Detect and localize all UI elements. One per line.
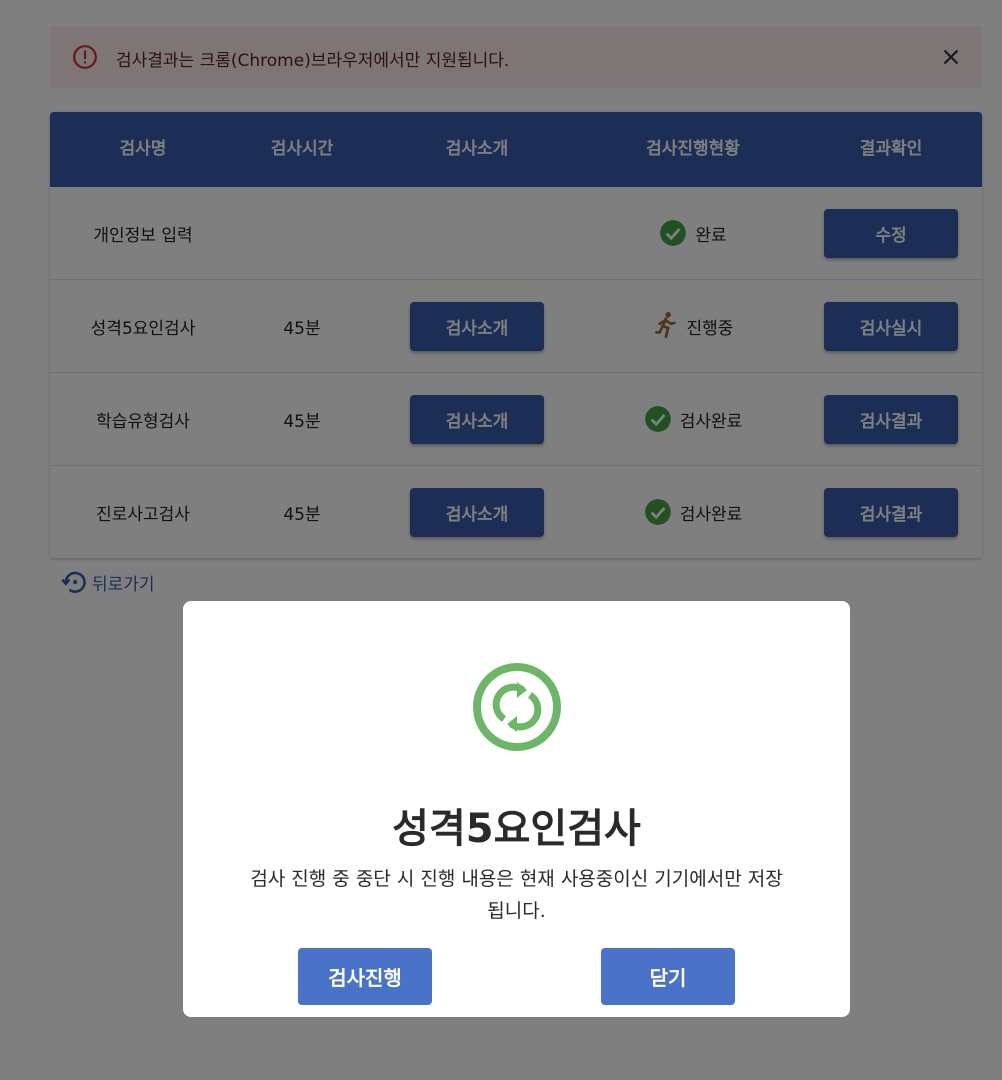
proceed-test-button[interactable]: 검사진행 bbox=[298, 948, 432, 1005]
close-dialog-button[interactable]: 닫기 bbox=[601, 948, 735, 1005]
page: 검사결과는 크롬(Chrome)브라우저에서만 지원됩니다. 검사명 검사시간 … bbox=[0, 0, 1002, 1080]
dialog-description: 검사 진행 중 중단 시 진행 내용은 현재 사용중이신 기기에서만 저장됩니다… bbox=[250, 868, 783, 922]
dialog-title: 성격5요인검사 bbox=[392, 806, 641, 852]
sync-icon bbox=[473, 663, 561, 751]
test-start-dialog: 성격5요인검사 검사 진행 중 중단 시 진행 내용은 현재 사용중이신 기기에… bbox=[183, 601, 850, 1017]
